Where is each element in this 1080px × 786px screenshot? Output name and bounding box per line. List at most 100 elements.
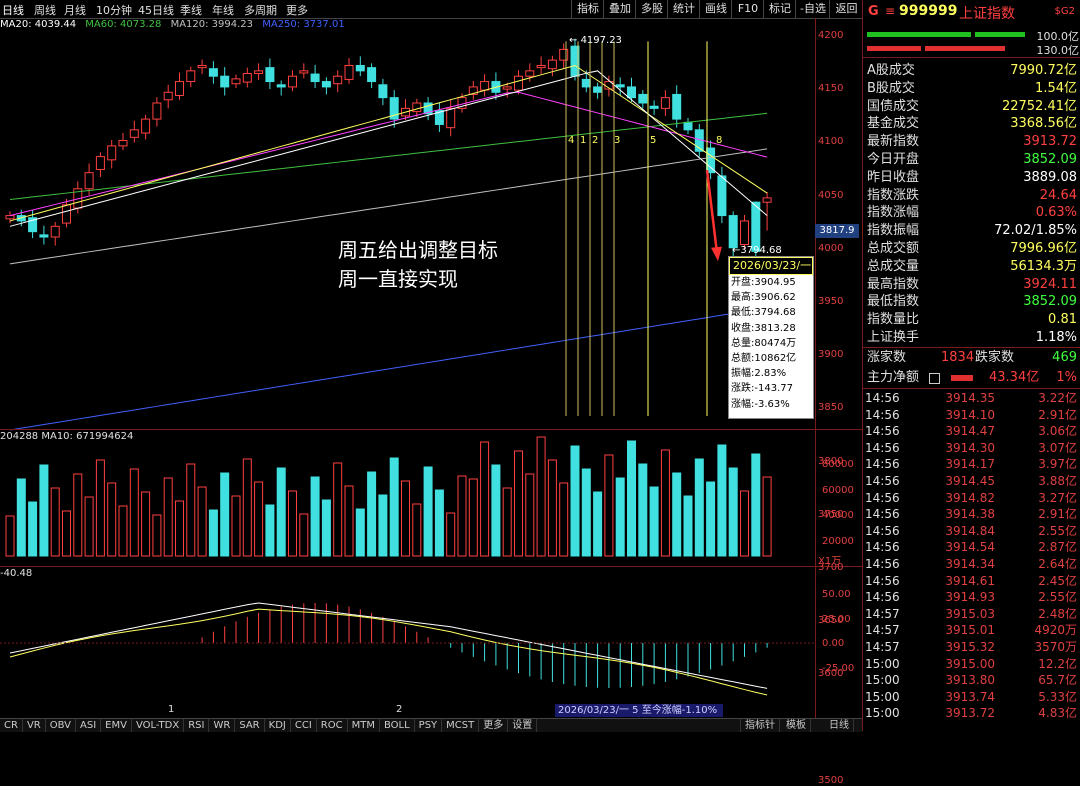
wave-label: 2 bbox=[592, 135, 598, 146]
tab-vol-tdx[interactable]: VOL-TDX bbox=[132, 719, 185, 732]
tab-emv[interactable]: EMV bbox=[101, 719, 132, 732]
tick-row: 15:00 3915.00 12.2亿 bbox=[863, 656, 1080, 673]
menu-icon[interactable]: ≡ bbox=[885, 4, 895, 18]
market-prefix: G bbox=[868, 4, 879, 19]
multi-stock-button[interactable]: 多股 bbox=[635, 0, 668, 18]
tick-row: 14:56 3914.45 3.88亿 bbox=[863, 473, 1080, 490]
indicator-pin-button[interactable]: 指标针 bbox=[740, 719, 780, 732]
price-tick: 4100 bbox=[818, 136, 844, 148]
ratio-bar-green bbox=[867, 32, 971, 37]
stat-value: 1.54亿 bbox=[1035, 80, 1077, 96]
tab-obv[interactable]: OBV bbox=[46, 719, 76, 732]
tooltip-low: 最低:3794.68 bbox=[731, 307, 796, 319]
daily-button[interactable]: 日线 bbox=[825, 719, 854, 732]
tab-asi[interactable]: ASI bbox=[76, 719, 102, 732]
candle-body bbox=[208, 68, 218, 77]
tooltip-close: 收盘:3813.28 bbox=[731, 322, 796, 334]
tab-kdj[interactable]: KDJ bbox=[265, 719, 291, 732]
tooltip-change-pct: 涨幅:-3.63% bbox=[731, 398, 790, 410]
mark-button[interactable]: 标记 bbox=[763, 0, 796, 18]
tab-vr[interactable]: VR bbox=[23, 719, 46, 732]
volume-bar bbox=[480, 441, 490, 557]
tab-psy[interactable]: PSY bbox=[415, 719, 443, 732]
tick-p: 3914.47 bbox=[945, 424, 995, 439]
tab-mcst[interactable]: MCST bbox=[442, 719, 480, 732]
time-label-1: 1 bbox=[168, 704, 175, 715]
tab-sar[interactable]: SAR bbox=[235, 719, 265, 732]
tick-p: 3914.38 bbox=[945, 507, 995, 522]
tab-settings[interactable]: 设置 bbox=[508, 719, 538, 732]
volume-tick: 40000 bbox=[822, 510, 854, 521]
candle-body bbox=[276, 84, 286, 88]
volume-bar bbox=[16, 478, 26, 557]
tooltip-open: 开盘:3904.95 bbox=[731, 277, 796, 288]
stat-label: 最高指数 bbox=[867, 276, 920, 292]
stat-value: 7996.96亿 bbox=[1010, 241, 1077, 256]
tab-10min[interactable]: 10分钟 bbox=[96, 2, 132, 18]
candle-tooltip: 2026/03/23/一 开盘:3904.95 最高:3906.62 最低:37… bbox=[728, 256, 814, 419]
stat-value: 3889.08 bbox=[1023, 169, 1077, 185]
tab-daily[interactable]: 日线 bbox=[2, 2, 24, 18]
tab-weekly[interactable]: 周线 bbox=[34, 2, 56, 18]
tick-t: 14:56 bbox=[865, 540, 900, 555]
volume-bar bbox=[638, 463, 648, 557]
stat-label: 指数振幅 bbox=[867, 223, 920, 239]
volume-bar bbox=[378, 494, 388, 557]
candle-body bbox=[95, 156, 105, 170]
quote-panel: G ≡ 999999 上证指数 $G2 100.0亿 130.0亿 A股成交 79… bbox=[862, 0, 1080, 731]
tab-cci[interactable]: CCI bbox=[291, 719, 317, 732]
f10-button[interactable]: F10 bbox=[731, 0, 764, 18]
volume-bar bbox=[457, 475, 467, 557]
tab-mtm[interactable]: MTM bbox=[348, 719, 380, 732]
tick-row: 14:56 3914.82 3.27亿 bbox=[863, 490, 1080, 507]
volume-bar bbox=[141, 491, 151, 557]
candle-body bbox=[39, 234, 49, 238]
template-button[interactable]: 模板 bbox=[782, 719, 811, 732]
tab-monthly[interactable]: 月线 bbox=[64, 2, 86, 18]
tick-t: 14:57 bbox=[865, 640, 900, 654]
volume-bar bbox=[547, 459, 557, 557]
candle-body bbox=[50, 225, 60, 238]
volume-bar bbox=[683, 495, 693, 557]
volume-bar bbox=[423, 466, 433, 557]
tab-multi-period[interactable]: 多周期 bbox=[244, 2, 277, 18]
volume-bar bbox=[706, 481, 716, 557]
stat-value: 3852.09 bbox=[1023, 294, 1077, 310]
indicator-button[interactable]: 指标 bbox=[571, 0, 604, 18]
overlay-button[interactable]: 叠加 bbox=[603, 0, 636, 18]
tab-more[interactable]: 更多 bbox=[286, 2, 308, 18]
stat-label: 最新指数 bbox=[867, 134, 920, 150]
stat-label: 最低指数 bbox=[867, 294, 920, 310]
tab-quarterly[interactable]: 季线 bbox=[180, 2, 202, 18]
candle-body bbox=[660, 97, 670, 109]
back-button[interactable]: 返回 bbox=[829, 0, 863, 18]
ma-line bbox=[9, 91, 768, 217]
candle-body bbox=[446, 107, 456, 129]
stat-row: 最新指数 3913.72 bbox=[863, 133, 1080, 151]
candle-body bbox=[141, 118, 151, 134]
tab-45day[interactable]: 45日线 bbox=[138, 2, 174, 18]
panel-divider bbox=[0, 429, 862, 430]
tab-yearly[interactable]: 年线 bbox=[212, 2, 234, 18]
draw-button[interactable]: 画线 bbox=[699, 0, 732, 18]
volume-bar bbox=[649, 486, 659, 557]
axis-divider bbox=[815, 18, 816, 718]
tab-roc[interactable]: ROC bbox=[317, 719, 348, 732]
watchlist-button[interactable]: -自选 bbox=[795, 0, 830, 18]
tab-wr[interactable]: WR bbox=[209, 719, 236, 732]
flow-detail-icon[interactable] bbox=[929, 373, 940, 384]
stat-row: 指数涨跌 24.64 bbox=[863, 187, 1080, 205]
tab-rsi[interactable]: RSI bbox=[184, 719, 210, 732]
tab-more-indicators[interactable]: 更多 bbox=[479, 719, 509, 732]
tab-boll[interactable]: BOLL bbox=[380, 719, 415, 732]
tab-cr[interactable]: CR bbox=[0, 719, 23, 732]
tick-row: 14:56 3914.61 2.45亿 bbox=[863, 573, 1080, 590]
volume-bar bbox=[559, 482, 569, 557]
tick-row: 14:56 3914.10 2.91亿 bbox=[863, 407, 1080, 424]
volume-bar bbox=[615, 477, 625, 557]
stats-button[interactable]: 统计 bbox=[667, 0, 700, 18]
stat-value: 1.18% bbox=[1035, 330, 1077, 345]
tick-v: 4920万 bbox=[1034, 623, 1077, 638]
volume-bar bbox=[175, 500, 184, 557]
tick-row: 14:56 3914.30 3.07亿 bbox=[863, 440, 1080, 457]
